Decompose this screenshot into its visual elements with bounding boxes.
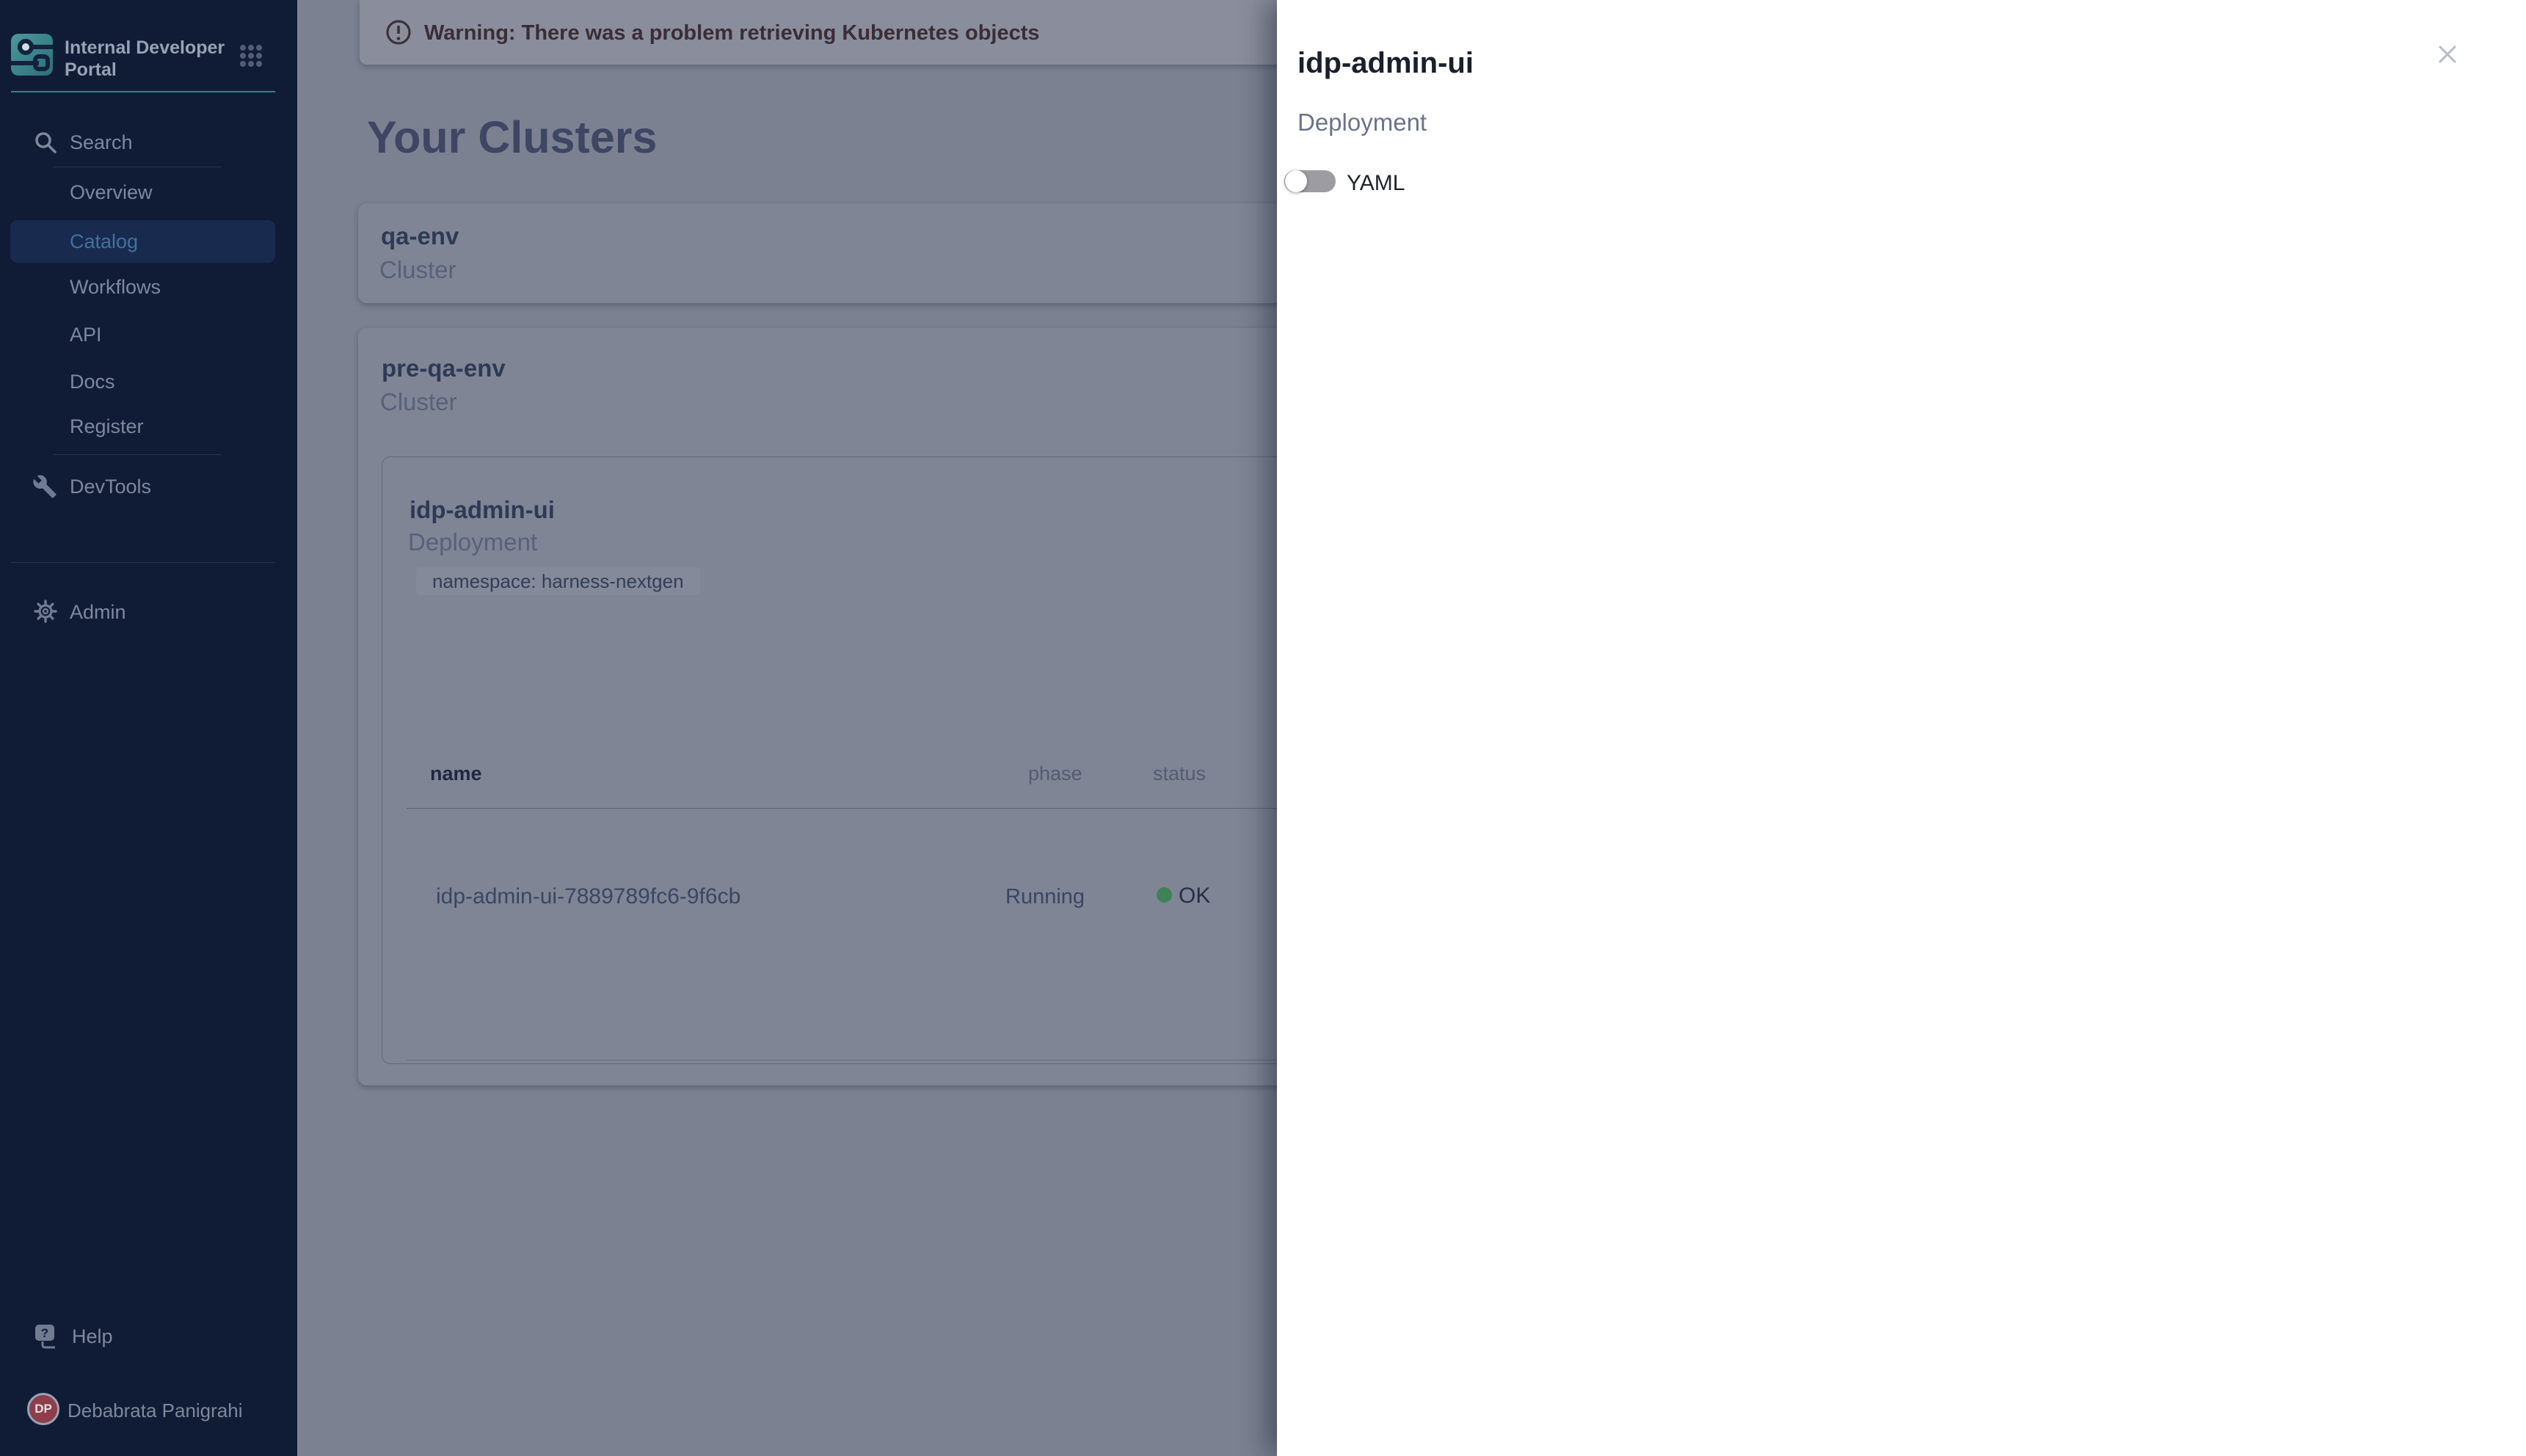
sidebar-item-help[interactable]: ? Help: [0, 1320, 297, 1355]
help-chat-icon: ?: [32, 1322, 62, 1352]
column-header-name[interactable]: name: [430, 762, 482, 785]
user-name: Debabrata Panigrahi: [68, 1399, 243, 1422]
cluster-card-subtitle: Cluster: [380, 388, 457, 416]
avatar-initials: DP: [34, 1402, 52, 1416]
pod-status: OK: [1179, 884, 1210, 909]
wrench-icon: [32, 474, 57, 499]
drawer-subtitle: Deployment: [1297, 109, 1427, 136]
sidebar-item-label: Admin: [70, 601, 126, 624]
divider: [11, 562, 275, 563]
apps-grid-icon[interactable]: [239, 44, 263, 68]
sidebar-item-workflows[interactable]: Workflows: [0, 274, 297, 303]
sidebar-item-admin[interactable]: Admin: [0, 594, 297, 628]
app-title: Internal Developer Portal: [65, 37, 225, 81]
sidebar-item-devtools[interactable]: DevTools: [0, 470, 297, 503]
gear-icon: [32, 598, 59, 625]
cluster-card-subtitle: Cluster: [379, 256, 456, 284]
sidebar-item-label: Register: [70, 415, 144, 438]
sidebar-item-catalog[interactable]: Catalog: [10, 220, 275, 263]
sidebar-item-overview[interactable]: Overview: [0, 179, 297, 208]
cluster-card-title: pre-qa-env: [382, 354, 506, 382]
sidebar-user[interactable]: DP Debabrata Panigrahi: [0, 1390, 297, 1430]
sidebar-item-label: Search: [70, 131, 133, 154]
sidebar-item-register[interactable]: Register: [0, 413, 297, 443]
app-logo[interactable]: [11, 34, 53, 76]
app-root: Internal Developer Portal Search Overvie…: [0, 0, 2526, 1456]
deployment-card-title: idp-admin-ui: [410, 496, 555, 524]
deployment-card-subtitle: Deployment: [408, 528, 537, 556]
warning-banner-text: Warning: There was a problem retrieving …: [424, 21, 1040, 46]
pod-phase: Running: [1005, 885, 1085, 909]
sidebar-item-label: API: [70, 324, 102, 346]
app-title-line2: Portal: [65, 59, 225, 81]
sidebar-item-api[interactable]: API: [0, 321, 297, 351]
yaml-toggle[interactable]: YAML: [1284, 170, 1431, 197]
column-header-status[interactable]: status: [1153, 762, 1206, 785]
sidebar-item-label: Help: [72, 1325, 113, 1348]
search-icon: [34, 131, 57, 154]
sidebar: Internal Developer Portal Search Overvie…: [0, 0, 297, 1456]
app-title-line1: Internal Developer: [65, 37, 225, 59]
warning-icon: [385, 19, 412, 46]
sidebar-item-label: Overview: [70, 181, 153, 204]
drawer-title: idp-admin-ui: [1297, 47, 1474, 80]
cluster-card-title: qa-env: [381, 222, 459, 250]
sidebar-item-docs[interactable]: Docs: [0, 368, 297, 398]
pod-name: idp-admin-ui-7889789fc6-9f6cb: [436, 884, 740, 909]
sidebar-teal-divider: [11, 91, 275, 92]
details-drawer: idp-admin-ui Deployment YAML Strategy Ty…: [1277, 0, 2526, 1456]
avatar: DP: [27, 1393, 59, 1425]
yaml-toggle-label: YAML: [1347, 171, 1405, 196]
sidebar-item-label: Workflows: [70, 276, 161, 299]
column-header-phase[interactable]: phase: [1028, 762, 1082, 785]
sidebar-item-search[interactable]: Search: [0, 126, 297, 159]
close-icon[interactable]: [2436, 43, 2459, 66]
logo-icon: [11, 34, 53, 76]
sidebar-item-label: Catalog: [70, 230, 138, 253]
page-title: Your Clusters: [367, 112, 657, 163]
toggle-knob[interactable]: [1285, 170, 1307, 192]
divider: [53, 454, 222, 455]
svg-text:?: ?: [41, 1326, 48, 1340]
namespace-chip: namespace: harness-nextgen: [416, 567, 700, 595]
sidebar-item-label: DevTools: [70, 476, 151, 498]
status-dot-green: [1157, 887, 1172, 903]
sidebar-item-label: Docs: [70, 371, 115, 393]
